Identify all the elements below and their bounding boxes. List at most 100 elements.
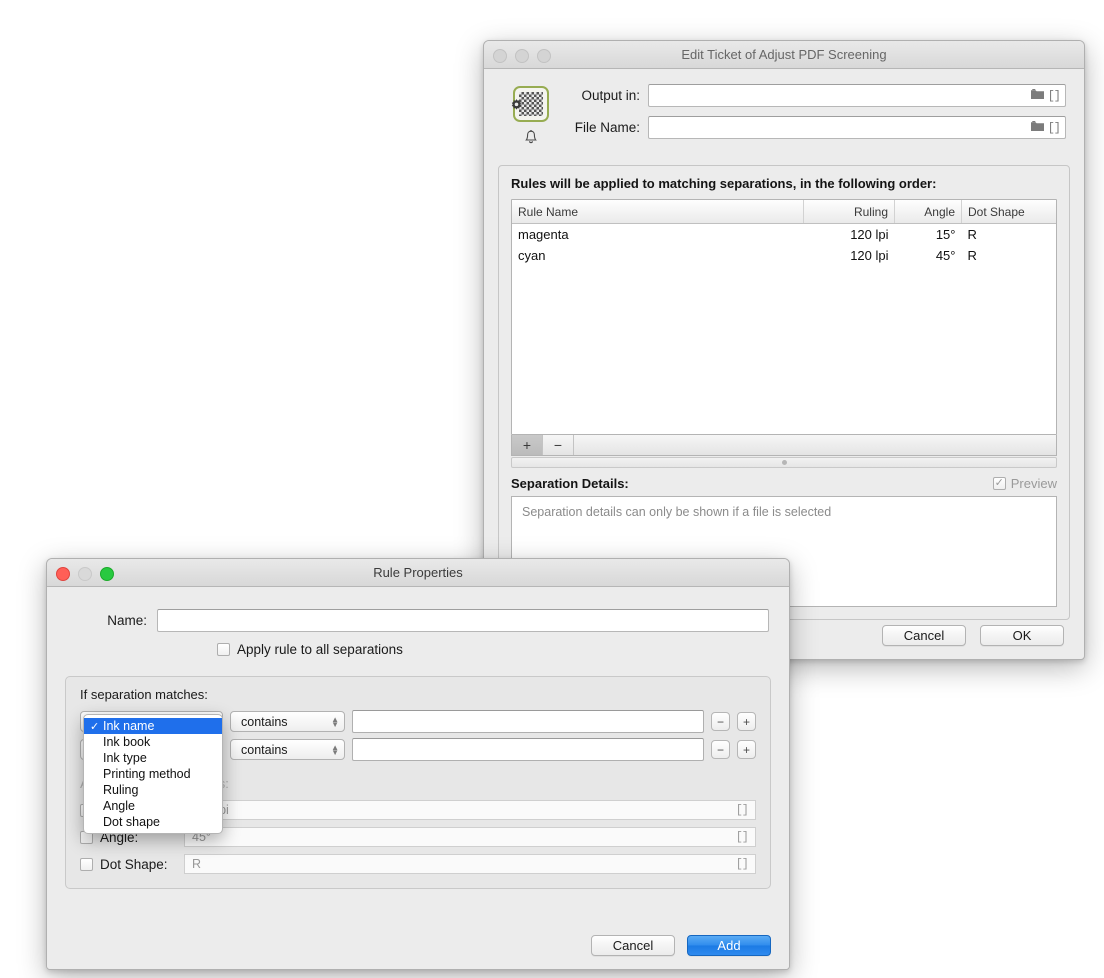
dot-shape-checkbox-label[interactable]: Dot Shape: (80, 857, 184, 872)
menu-item-label: Ink type (103, 751, 147, 765)
menu-item-label: Printing method (103, 767, 191, 781)
remove-condition-button-2[interactable]: − (711, 740, 730, 759)
column-header-angle[interactable]: Angle (894, 200, 962, 224)
output-fields: Output in: [] File Name: [] (560, 84, 1066, 151)
screening-ticket-icon (511, 86, 549, 122)
column-header-dot-shape[interactable]: Dot Shape (961, 200, 1056, 224)
output-in-row: Output in: [] (568, 84, 1066, 107)
dot-shape-value: R (192, 857, 202, 871)
angle-value: 45° (192, 830, 211, 844)
smart-brackets-icon[interactable]: [] (1048, 89, 1061, 103)
cell-ruling: 120 lpi (850, 227, 889, 242)
operator-popup-1[interactable]: contains ▲ ▼ (230, 711, 345, 732)
cell-dot-shape: R (967, 227, 977, 242)
desktop: Edit Ticket of Adjust PDF Screening Outp… (0, 0, 1104, 978)
table-empty-area[interactable] (512, 266, 1056, 434)
dot-shape-label: Dot Shape: (100, 856, 168, 872)
menu-item-label: Ink name (103, 719, 155, 733)
output-in-input[interactable]: [] (648, 84, 1066, 107)
menu-item-angle[interactable]: Angle (84, 798, 222, 814)
add-condition-button-1[interactable]: + (737, 712, 756, 731)
menu-item-dot-shape[interactable]: Dot shape (84, 814, 222, 830)
add-rule-button[interactable]: + (512, 435, 543, 455)
name-row: Name: (47, 587, 789, 632)
rules-table[interactable]: Rule Name Ruling Angle Dot Shape magenta… (511, 199, 1057, 435)
cell-angle: 15° (935, 227, 956, 242)
apply-all-row[interactable]: Apply rule to all separations (47, 632, 789, 657)
menu-item-label: Angle (103, 799, 135, 813)
smart-brackets-icon[interactable]: [] (736, 857, 749, 871)
table-footer-toolbar[interactable]: + − (511, 435, 1057, 456)
cell-angle: 45° (935, 248, 956, 263)
add-button[interactable]: Add (687, 935, 771, 956)
menu-item-ink-type[interactable]: Ink type (84, 750, 222, 766)
apply-all-checkbox[interactable] (217, 643, 230, 656)
preview-checkbox[interactable]: ✓ (992, 477, 1006, 490)
column-header-ruling[interactable]: Ruling (803, 200, 895, 224)
name-label: Name: (107, 613, 147, 628)
file-name-row: File Name: [] (568, 116, 1066, 139)
remove-rule-button[interactable]: − (543, 435, 574, 455)
window-title: Rule Properties (373, 565, 463, 580)
table-row[interactable]: cyan 120 lpi 45° R (512, 245, 1056, 266)
cancel-button[interactable]: Cancel (882, 625, 966, 646)
cell-rule-name: magenta (518, 227, 569, 242)
add-condition-button-2[interactable]: + (737, 740, 756, 759)
file-name-field-icons[interactable]: [] (1030, 119, 1065, 137)
menu-item-printing-method[interactable]: Printing method (84, 766, 222, 782)
match-group-title: If separation matches: (80, 687, 208, 702)
operator-popup-1-value: contains (241, 714, 288, 729)
folder-icon[interactable] (1030, 87, 1044, 105)
apply-all-label: Apply rule to all separations (237, 642, 403, 657)
rules-heading: Rules will be applied to matching separa… (511, 176, 937, 191)
output-header-row: Output in: [] File Name: [] (484, 69, 1084, 151)
smart-brackets-icon[interactable]: [] (736, 830, 749, 844)
dot-shape-field[interactable]: R [] (184, 854, 756, 874)
cell-ruling: 120 lpi (850, 248, 889, 263)
output-in-field-icons[interactable]: [] (1030, 87, 1065, 105)
operator-popup-2[interactable]: contains ▲ ▼ (230, 739, 345, 760)
rule-properties-titlebar[interactable]: Rule Properties (47, 559, 789, 587)
cell-rule-name: cyan (518, 248, 546, 263)
folder-icon[interactable] (1030, 119, 1044, 137)
name-input[interactable] (157, 609, 769, 632)
column-header-rule-name[interactable]: Rule Name (512, 200, 804, 224)
table-header-row: Rule Name Ruling Angle Dot Shape (512, 200, 1056, 224)
panel-resize-grabber[interactable] (511, 457, 1057, 468)
output-in-label: Output in: (581, 88, 640, 103)
menu-item-ink-book[interactable]: Ink book (84, 734, 222, 750)
ok-button[interactable]: OK (980, 625, 1064, 646)
condition-value-input-2[interactable] (352, 738, 704, 761)
gear-icon (509, 98, 524, 118)
file-name-label: File Name: (574, 120, 640, 135)
cancel-button[interactable]: Cancel (591, 935, 675, 956)
checkmark-icon: ✓ (90, 720, 100, 733)
table-row[interactable]: magenta 120 lpi 15° R (512, 224, 1056, 246)
attribute-popup-menu[interactable]: ✓ Ink name Ink book Ink type Printing me… (83, 714, 223, 834)
menu-item-ruling[interactable]: Ruling (84, 782, 222, 798)
smart-brackets-icon[interactable]: [] (736, 803, 749, 817)
window-title: Edit Ticket of Adjust PDF Screening (681, 47, 887, 62)
separation-details-placeholder: Separation details can only be shown if … (522, 505, 832, 519)
menu-item-ink-name[interactable]: ✓ Ink name (84, 718, 222, 734)
smart-brackets-icon[interactable]: [] (1048, 121, 1061, 135)
setting-row-dot-shape: Dot Shape: R [] (80, 854, 756, 874)
remove-condition-button-1[interactable]: − (711, 712, 730, 731)
chevron-updown-icon: ▲▼ (331, 714, 339, 729)
rules-panel: Rules will be applied to matching separa… (498, 165, 1070, 620)
ruling-field[interactable]: 120 lpi [] (184, 800, 756, 820)
ruling-value: 120 lpi (192, 803, 736, 817)
angle-field[interactable]: 45° [] (184, 827, 756, 847)
edit-ticket-titlebar[interactable]: Edit Ticket of Adjust PDF Screening (484, 41, 1084, 69)
grabber-dot-icon (781, 460, 787, 465)
rule-properties-buttons: Cancel Add (591, 935, 771, 956)
operator-popup-2-value: contains (241, 742, 288, 757)
edit-ticket-buttons: Cancel OK (882, 625, 1064, 646)
menu-item-label: Dot shape (103, 815, 160, 829)
menu-item-label: Ink book (103, 735, 151, 749)
preview-label: Preview (1010, 476, 1057, 491)
file-name-input[interactable]: [] (648, 116, 1066, 139)
dot-shape-checkbox[interactable] (80, 857, 93, 871)
table-footer-spacer (574, 435, 1056, 455)
condition-value-input-1[interactable] (352, 710, 704, 733)
